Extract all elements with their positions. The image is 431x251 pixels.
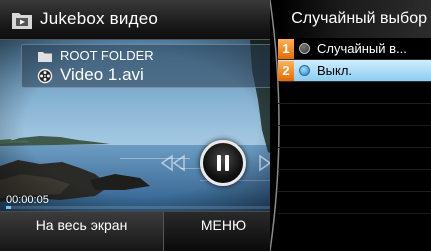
progress-bar[interactable] xyxy=(6,206,276,209)
now-playing-info: ROOT FOLDER Video 1.avi xyxy=(21,44,274,88)
folder-name: ROOT FOLDER xyxy=(60,48,154,63)
option-label: Случайный в... xyxy=(317,41,407,56)
video-area[interactable]: ROOT FOLDER Video 1.avi 00:00:05 xyxy=(0,40,282,211)
option-off[interactable]: 2 Выкл. xyxy=(278,60,431,82)
playback-controls xyxy=(158,138,276,188)
video-file-icon xyxy=(37,68,53,84)
menu-button[interactable]: МЕНЮ xyxy=(165,212,282,251)
radio-icon xyxy=(299,65,310,76)
progress-fill xyxy=(6,206,12,209)
radio-icon xyxy=(299,43,310,54)
option-random-all[interactable]: 1 Случайный в... xyxy=(278,38,431,60)
video-panel: Jukebox видео ROOT FOLDER Video 1.avi 00… xyxy=(0,0,282,251)
bottom-bar: На весь экран МЕНЮ xyxy=(0,211,282,251)
elapsed-time: 00:00:05 xyxy=(6,194,49,206)
title-bar: Jukebox видео xyxy=(0,0,282,40)
page-title: Jukebox видео xyxy=(40,9,158,28)
option-number-badge: 2 xyxy=(278,61,294,81)
submenu-title: Случайный выбор xyxy=(278,0,431,38)
empty-row xyxy=(278,170,431,192)
empty-row xyxy=(278,192,431,214)
option-label: Выкл. xyxy=(317,63,353,78)
empty-row xyxy=(278,126,431,148)
folder-icon xyxy=(38,52,52,62)
option-number-badge: 1 xyxy=(278,39,294,59)
fullscreen-button[interactable]: На весь экран xyxy=(0,212,164,251)
pause-icon xyxy=(217,155,229,171)
option-list: 1 Случайный в... 2 Выкл. xyxy=(278,38,431,214)
empty-row xyxy=(278,82,431,104)
empty-row xyxy=(278,148,431,170)
video-folder-icon xyxy=(12,13,32,29)
rewind-icon[interactable] xyxy=(158,154,188,172)
random-mode-panel: Случайный выбор 1 Случайный в... 2 Выкл. xyxy=(270,0,431,251)
file-name: Video 1.avi xyxy=(60,65,144,84)
pause-button[interactable] xyxy=(200,140,246,186)
empty-row xyxy=(278,104,431,126)
